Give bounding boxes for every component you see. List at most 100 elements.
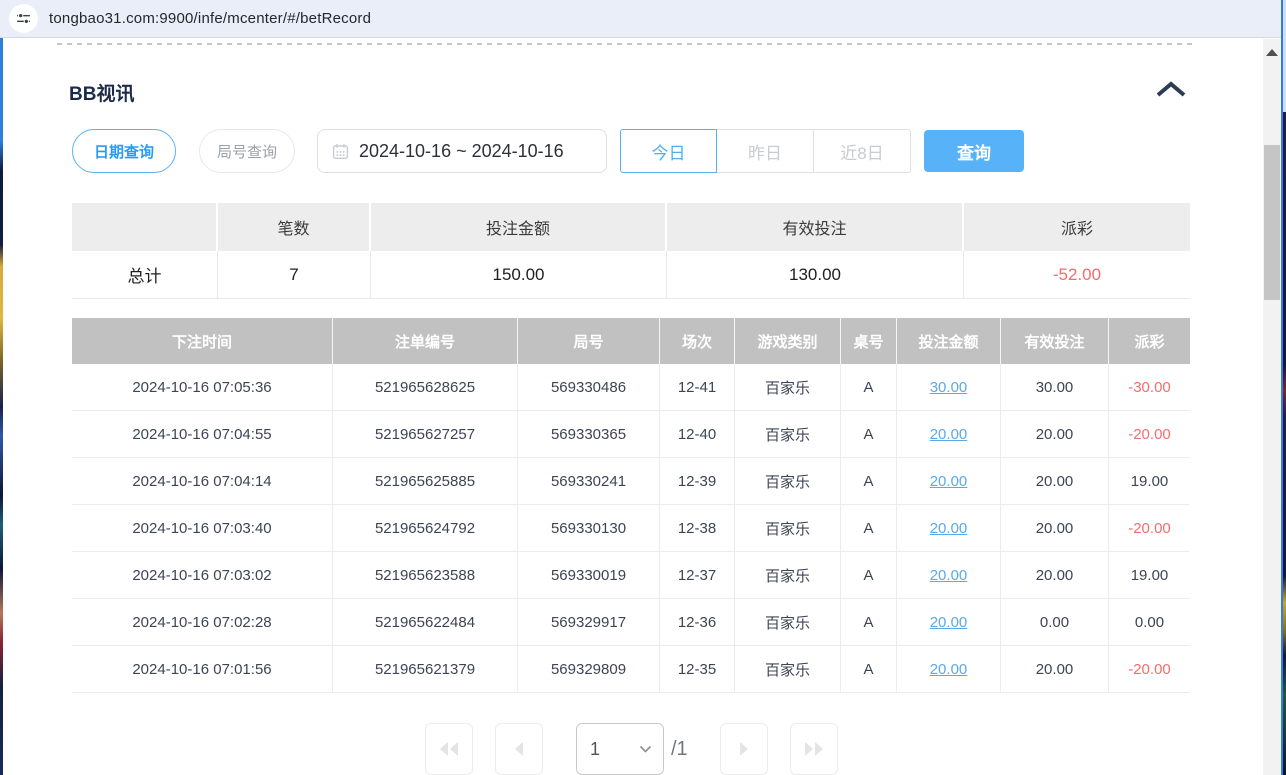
cell-table-no: A	[841, 505, 897, 551]
url-text[interactable]: tongbao31.com:9900/infe/mcenter/#/betRec…	[49, 10, 371, 27]
header-bet-id: 注单编号	[333, 318, 518, 364]
cell-bet-id: 521965627257	[333, 411, 518, 457]
summary-total-row: 总计 7 150.00 130.00 -52.00	[72, 251, 1190, 299]
scrollbar-up-arrow[interactable]	[1263, 45, 1281, 59]
cell-round: 569330365	[518, 411, 660, 457]
header-round: 局号	[518, 318, 660, 364]
desktop-edge-left	[0, 38, 3, 775]
last-page-button[interactable]	[790, 723, 838, 775]
header-payout: 派彩	[1109, 318, 1190, 364]
next-page-button[interactable]	[720, 723, 768, 775]
cell-round: 569330130	[518, 505, 660, 551]
bet-amount-link[interactable]: 20.00	[930, 520, 968, 537]
quick-range-yesterday[interactable]: 昨日	[717, 129, 814, 173]
page-number-select[interactable]: 1	[576, 723, 664, 775]
cell-payout: -30.00	[1109, 364, 1190, 410]
cell-session: 12-40	[660, 411, 735, 457]
summary-header-payout: 派彩	[964, 203, 1190, 251]
chevron-up-icon	[1155, 81, 1187, 98]
table-row: 2024-10-16 07:03:02 521965623588 5693300…	[72, 552, 1190, 599]
site-settings-button[interactable]	[9, 4, 38, 33]
summary-bet-amount-value: 150.00	[371, 251, 667, 298]
summary-payout-value: -52.00	[964, 251, 1190, 298]
summary-valid-bet-value: 130.00	[667, 251, 964, 298]
date-query-button[interactable]: 日期查询	[72, 129, 176, 173]
screen: tongbao31.com:9900/infe/mcenter/#/betRec…	[0, 0, 1286, 775]
header-session: 场次	[660, 318, 735, 364]
prev-page-button[interactable]	[495, 723, 543, 775]
cell-bet-id: 521965625885	[333, 458, 518, 504]
cell-valid-bet: 20.00	[1001, 411, 1109, 457]
cell-payout: -20.00	[1109, 505, 1190, 551]
cell-table-no: A	[841, 458, 897, 504]
cell-session: 12-38	[660, 505, 735, 551]
cell-bet-id: 521965628625	[333, 364, 518, 410]
bet-amount-link[interactable]: 20.00	[930, 614, 968, 631]
summary-header-blank	[72, 203, 218, 251]
chevron-right-icon	[735, 740, 753, 758]
bet-amount-link[interactable]: 20.00	[930, 473, 968, 490]
round-query-button[interactable]: 局号查询	[199, 129, 295, 173]
cell-bet-time: 2024-10-16 07:01:56	[72, 646, 333, 692]
table-row: 2024-10-16 07:03:40 521965624792 5693301…	[72, 505, 1190, 552]
summary-total-label: 总计	[72, 251, 218, 298]
quick-range-today[interactable]: 今日	[620, 129, 717, 173]
bet-amount-link[interactable]: 20.00	[930, 661, 968, 678]
cell-bet-id: 521965621379	[333, 646, 518, 692]
summary-header-valid-bet: 有效投注	[667, 203, 964, 251]
bet-amount-link[interactable]: 30.00	[930, 379, 968, 396]
quick-range-last8[interactable]: 近8日	[814, 129, 911, 173]
desktop-edge-right	[1281, 0, 1286, 775]
bet-amount-link[interactable]: 20.00	[930, 567, 968, 584]
cell-table-no: A	[841, 364, 897, 410]
bet-records-table: 下注时间 注单编号 局号 场次 游戏类别 桌号 投注金额 有效投注 派彩 202…	[72, 318, 1190, 693]
cell-table-no: A	[841, 552, 897, 598]
cell-session: 12-41	[660, 364, 735, 410]
cell-bet-time: 2024-10-16 07:03:02	[72, 552, 333, 598]
cell-game-type: 百家乐	[735, 411, 841, 457]
scrollbar-thumb[interactable]	[1264, 145, 1280, 300]
bet-amount-link[interactable]: 20.00	[930, 426, 968, 443]
double-chevron-left-icon	[436, 740, 462, 758]
dashed-divider	[57, 43, 1193, 45]
cell-table-no: A	[841, 646, 897, 692]
table-row: 2024-10-16 07:02:28 521965622484 5693299…	[72, 599, 1190, 646]
cell-round: 569329917	[518, 599, 660, 645]
cell-table-no: A	[841, 411, 897, 457]
cell-round: 569329809	[518, 646, 660, 692]
table-row: 2024-10-16 07:01:56 521965621379 5693298…	[72, 646, 1190, 693]
summary-header-count: 笔数	[218, 203, 371, 251]
search-button[interactable]: 查询	[924, 130, 1024, 172]
cell-payout: 19.00	[1109, 552, 1190, 598]
cell-payout: 19.00	[1109, 458, 1190, 504]
cell-bet-time: 2024-10-16 07:02:28	[72, 599, 333, 645]
cell-bet-time: 2024-10-16 07:04:55	[72, 411, 333, 457]
cell-table-no: A	[841, 599, 897, 645]
header-bet-amount: 投注金额	[897, 318, 1001, 364]
cell-game-type: 百家乐	[735, 646, 841, 692]
cell-payout: -20.00	[1109, 646, 1190, 692]
cell-valid-bet: 20.00	[1001, 458, 1109, 504]
vertical-scrollbar[interactable]	[1263, 39, 1281, 775]
cell-valid-bet: 0.00	[1001, 599, 1109, 645]
cell-game-type: 百家乐	[735, 364, 841, 410]
header-valid-bet: 有效投注	[1001, 318, 1109, 364]
quick-range-group: 今日 昨日 近8日	[620, 129, 911, 173]
cell-session: 12-35	[660, 646, 735, 692]
cell-valid-bet: 30.00	[1001, 364, 1109, 410]
table-body: 2024-10-16 07:05:36 521965628625 5693304…	[72, 364, 1190, 693]
cell-valid-bet: 20.00	[1001, 646, 1109, 692]
cell-bet-id: 521965623588	[333, 552, 518, 598]
cell-valid-bet: 20.00	[1001, 505, 1109, 551]
table-row: 2024-10-16 07:05:36 521965628625 5693304…	[72, 364, 1190, 411]
cell-session: 12-39	[660, 458, 735, 504]
collapse-section-button[interactable]	[1153, 79, 1189, 99]
header-table-no: 桌号	[841, 318, 897, 364]
double-chevron-right-icon	[801, 740, 827, 758]
first-page-button[interactable]	[425, 723, 473, 775]
cell-payout: 0.00	[1109, 599, 1190, 645]
chevron-down-icon	[639, 745, 652, 754]
browser-address-bar[interactable]: tongbao31.com:9900/infe/mcenter/#/betRec…	[0, 0, 1281, 38]
date-range-picker[interactable]: 2024-10-16 ~ 2024-10-16	[317, 129, 607, 173]
cell-round: 569330241	[518, 458, 660, 504]
